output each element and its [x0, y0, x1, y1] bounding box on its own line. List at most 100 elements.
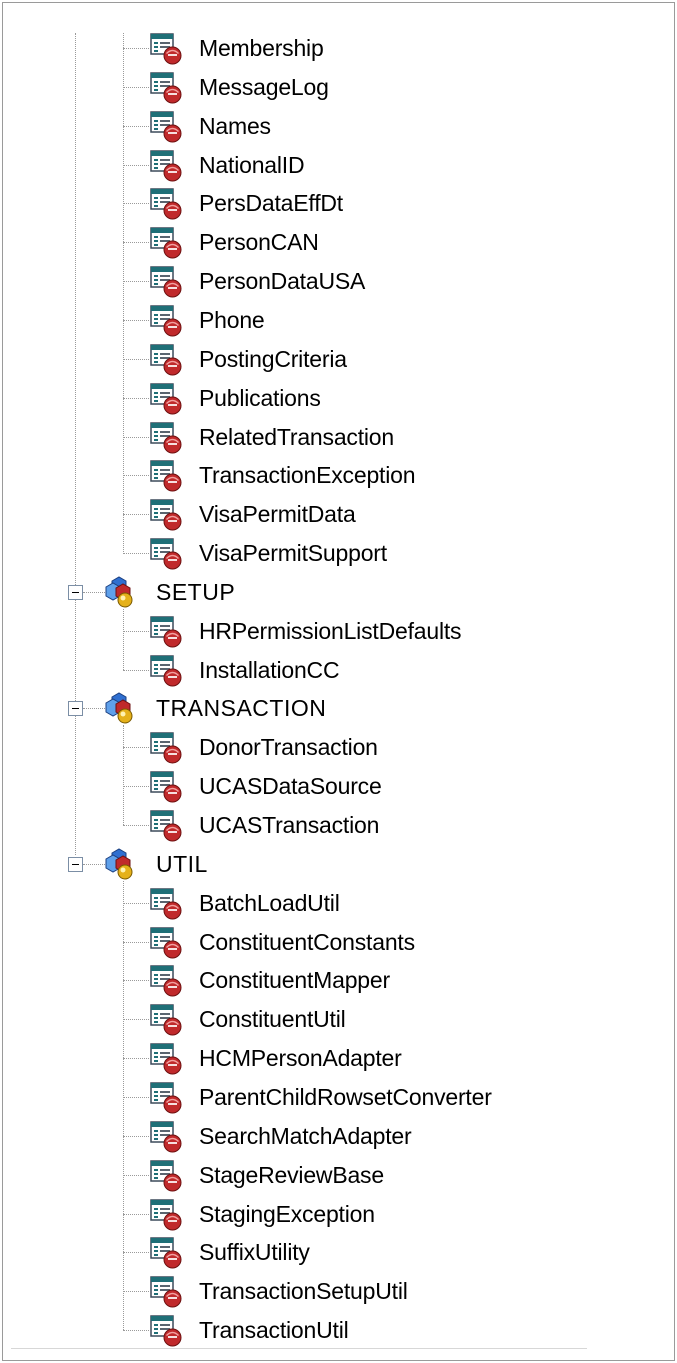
tree-item-class[interactable]: Names: [149, 107, 271, 145]
tree-branch-line: [123, 242, 149, 243]
app-class-icon: [150, 1199, 182, 1231]
app-class-icon: [150, 422, 182, 454]
tree-item-label: PersonCAN: [199, 228, 319, 255]
app-class-icon: [150, 1043, 182, 1075]
tree-item-class[interactable]: ConstituentConstants: [149, 923, 415, 961]
tree-package-label: SETUP: [156, 578, 236, 605]
tree-branch-line: [123, 1097, 149, 1098]
tree-item-class[interactable]: PostingCriteria: [149, 340, 347, 378]
tree-item-class[interactable]: StagingException: [149, 1195, 375, 1233]
app-class-icon: [150, 616, 182, 648]
tree-item-label: UCASTransaction: [199, 811, 380, 838]
tree-package-node[interactable]: UTIL: [104, 845, 208, 883]
tree-item-class[interactable]: TransactionSetupUtil: [149, 1272, 408, 1310]
tree-item-label: VisaPermitSupport: [199, 539, 387, 566]
tree-item-class[interactable]: UCASDataSource: [149, 767, 382, 805]
tree-item-label: Membership: [199, 34, 324, 61]
tree-branch-line: [123, 825, 149, 826]
tree-package-node[interactable]: TRANSACTION: [104, 689, 326, 727]
tree-item-class[interactable]: VisaPermitData: [149, 495, 356, 533]
collapse-minus-icon[interactable]: [68, 701, 83, 716]
tree-item-label: StagingException: [199, 1200, 375, 1227]
tree-item-class[interactable]: UCASTransaction: [149, 806, 379, 844]
tree-item-class[interactable]: SuffixUtility: [149, 1233, 310, 1271]
tree-branch-line: [123, 1330, 149, 1331]
app-class-icon: [150, 1315, 182, 1347]
tree-item-class[interactable]: VisaPermitSupport: [149, 534, 387, 572]
tree-item-label: SearchMatchAdapter: [199, 1122, 412, 1149]
tree-branch-line: [123, 725, 124, 825]
tree-item-class[interactable]: ParentChildRowsetConverter: [149, 1078, 492, 1116]
app-class-icon: [150, 344, 182, 376]
app-class-icon: [150, 771, 182, 803]
tree-item-label: StageReviewBase: [199, 1161, 384, 1188]
tree-branch-line: [123, 87, 149, 88]
tree-branch-line: [123, 786, 149, 787]
tree-item-class[interactable]: RelatedTransaction: [149, 418, 394, 456]
tree-item-label: RelatedTransaction: [199, 423, 394, 450]
app-class-icon: [150, 227, 182, 259]
tree-branch-line: [123, 48, 149, 49]
app-class-icon: [150, 383, 182, 415]
tree-item-class[interactable]: MessageLog: [149, 68, 329, 106]
tree-branch-line: [123, 203, 149, 204]
app-class-icon: [150, 460, 182, 492]
tree-branch-line: [123, 609, 124, 670]
tree-branch-line: [123, 281, 149, 282]
tree-item-label: PersonDataUSA: [199, 267, 366, 294]
app-package-icon: [105, 692, 133, 724]
app-class-icon: [150, 1160, 182, 1192]
tree-item-label: VisaPermitData: [199, 500, 356, 527]
collapse-minus-icon[interactable]: [68, 857, 83, 872]
tree-item-class[interactable]: PersDataEffDt: [149, 184, 343, 222]
tree-item-class[interactable]: DonorTransaction: [149, 728, 378, 766]
tree-branch-line: [123, 942, 149, 943]
app-class-icon: [150, 927, 182, 959]
tree-branch-line: [123, 126, 149, 127]
tree-branch-line: [123, 1291, 149, 1292]
tree-item-label: MessageLog: [199, 73, 329, 100]
tree-branch-line: [123, 398, 149, 399]
tree-item-class[interactable]: NationalID: [149, 146, 305, 184]
app-class-icon: [150, 188, 182, 220]
tree-branch-line: [83, 708, 105, 709]
app-class-icon: [150, 150, 182, 182]
tree-branch-line: [123, 475, 149, 476]
tree-branch-line: [123, 1252, 149, 1253]
tree-item-label: DonorTransaction: [199, 733, 378, 760]
tree-item-class[interactable]: HCMPersonAdapter: [149, 1039, 402, 1077]
app-class-icon: [150, 266, 182, 298]
tree-item-class[interactable]: InstallationCC: [149, 651, 340, 689]
tree-branch-line: [123, 1019, 149, 1020]
tree-item-class[interactable]: Publications: [149, 379, 321, 417]
collapse-minus-icon[interactable]: [68, 585, 83, 600]
tree-item-class[interactable]: HRPermissionListDefaults: [149, 612, 462, 650]
tree-package-node[interactable]: SETUP: [104, 573, 235, 611]
tree-item-class[interactable]: TransactionUtil: [149, 1311, 349, 1349]
tree-item-label: PersDataEffDt: [199, 189, 343, 216]
tree-item-class[interactable]: StageReviewBase: [149, 1156, 384, 1194]
tree-item-class[interactable]: PersonDataUSA: [149, 262, 365, 300]
tree-item-class[interactable]: PersonCAN: [149, 223, 319, 261]
tree-item-class[interactable]: TransactionException: [149, 456, 416, 494]
app-package-tree-panel: Membership MessageLog Names NationalID PersD…: [2, 2, 675, 1361]
tree-branch-line: [123, 1136, 149, 1137]
tree-item-label: HCMPersonAdapter: [199, 1044, 402, 1071]
tree-item-label: HRPermissionListDefaults: [199, 617, 462, 644]
app-class-icon: [150, 499, 182, 531]
tree-item-class[interactable]: Membership: [149, 29, 324, 67]
tree-item-class[interactable]: ConstituentUtil: [149, 1000, 346, 1038]
tree-view[interactable]: Membership MessageLog Names NationalID PersD…: [3, 3, 674, 1360]
tree-package-label: UTIL: [156, 850, 208, 877]
app-class-icon: [150, 655, 182, 687]
tree-item-class[interactable]: ConstituentMapper: [149, 961, 390, 999]
tree-item-class[interactable]: Phone: [149, 301, 265, 339]
tree-item-class[interactable]: BatchLoadUtil: [149, 884, 340, 922]
app-class-icon: [150, 732, 182, 764]
tree-branch-line: [123, 1175, 149, 1176]
tree-item-label: UCASDataSource: [199, 772, 382, 799]
tree-branch-line: [123, 881, 124, 1330]
app-class-icon: [150, 810, 182, 842]
tree-item-class[interactable]: SearchMatchAdapter: [149, 1117, 412, 1155]
tree-branch-line: [123, 980, 149, 981]
